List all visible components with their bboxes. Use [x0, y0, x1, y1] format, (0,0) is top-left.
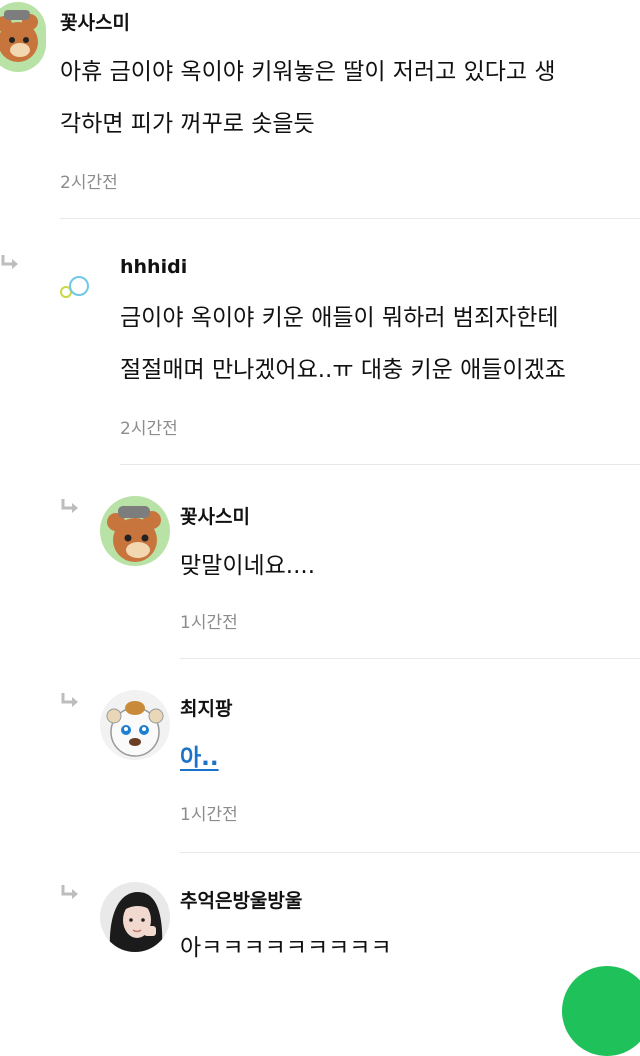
comment-time: 1시간전 — [180, 613, 238, 633]
divider — [120, 464, 640, 465]
comment-nickname[interactable]: hhhidi — [120, 256, 187, 278]
comment-text-line: 아ㅋㅋㅋㅋㅋㅋㅋㅋㅋ — [180, 935, 392, 961]
avatar-hamster[interactable] — [100, 690, 170, 760]
comment-time: 1시간전 — [180, 805, 238, 825]
comment-time: 2시간전 — [120, 419, 178, 439]
reply-arrow-icon — [61, 693, 78, 707]
avatar-girl[interactable] — [100, 882, 170, 952]
comment-text-line: 각하면 피가 꺼꾸로 솟을듯 — [60, 111, 315, 137]
comment-nickname[interactable]: 꽃사스미 — [60, 8, 130, 35]
divider — [180, 658, 640, 659]
comment-text-line: 금이야 옥이야 키운 애들이 뭐하러 범죄자한테 — [120, 305, 559, 331]
comment-nickname[interactable]: 꽃사스미 — [180, 502, 250, 529]
avatar-bubbles[interactable] — [46, 254, 106, 314]
avatar-bear[interactable] — [0, 2, 46, 72]
reply-arrow-icon — [1, 255, 18, 269]
comment-nickname[interactable]: 추억은방울방울 — [180, 886, 302, 913]
comment-text-line: 아휴 금이야 옥이야 키워놓은 딸이 저러고 있다고 생 — [60, 59, 556, 85]
comment-link-text[interactable]: 아.. — [180, 734, 219, 782]
comment-nickname[interactable]: 최지팡 — [180, 694, 232, 721]
comment-time: 2시간전 — [60, 173, 118, 193]
divider — [60, 218, 640, 219]
comment-text-line: 절절매며 만나겠어요..ㅠ 대충 키운 애들이겠죠 — [120, 357, 566, 383]
comment-text-line: 맞말이네요.... — [180, 553, 316, 579]
reply-arrow-icon — [61, 885, 78, 899]
avatar-bear[interactable] — [100, 496, 170, 566]
reply-arrow-icon — [61, 499, 78, 513]
divider — [180, 852, 640, 853]
